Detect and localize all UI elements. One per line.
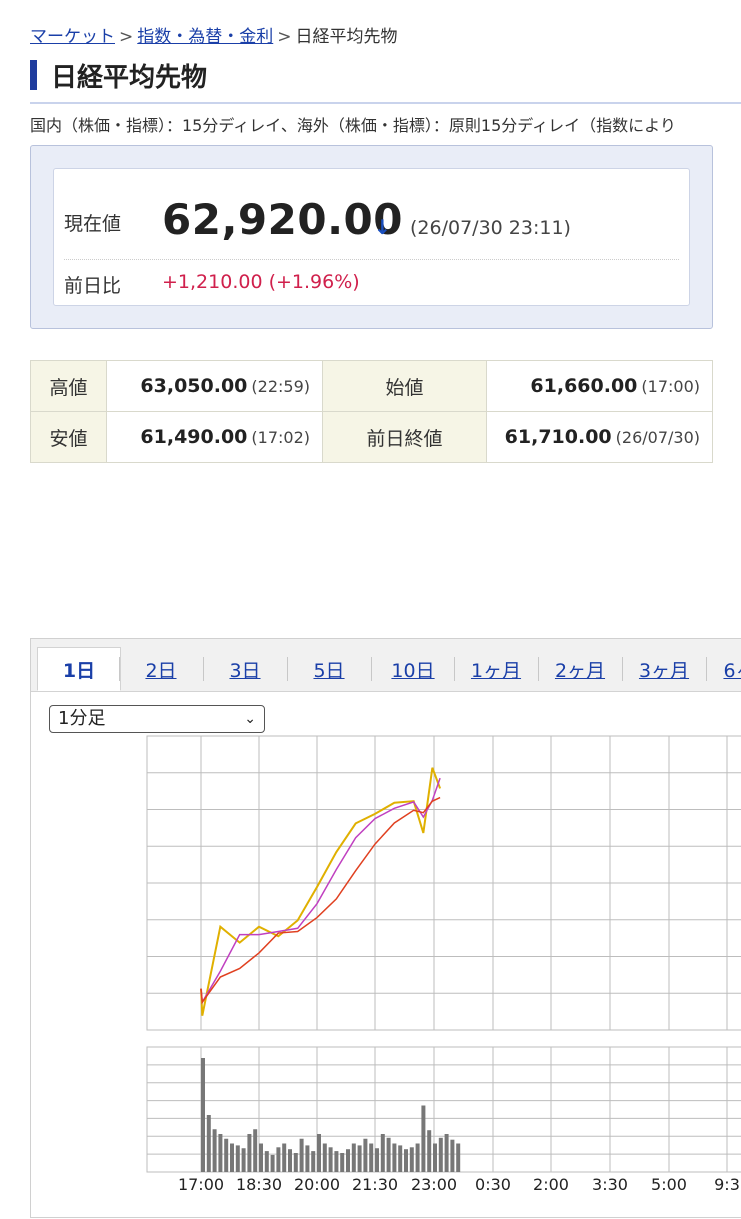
volume-bar xyxy=(392,1143,397,1172)
open-time: (17:00) xyxy=(641,377,700,396)
prev-close-value: 61,710.00 xyxy=(504,426,612,448)
open-cell: 61,660.00 (17:00) xyxy=(486,360,713,412)
volume-bar xyxy=(305,1145,310,1172)
high-label: 高値 xyxy=(30,360,107,412)
price-chart: 17:00 18:30 20:00 21:30 23:00 0:30 2:00 3:30 5:0… xyxy=(146,735,741,1194)
volume-bar xyxy=(375,1148,379,1172)
volume-bar xyxy=(311,1151,316,1172)
x-tick-label: 2:00 xyxy=(533,1175,569,1194)
volume-bar xyxy=(270,1154,275,1172)
volume-bar xyxy=(351,1143,356,1172)
breadcrumb-current: 日経平均先物 xyxy=(295,27,398,47)
high-time: (22:59) xyxy=(251,377,310,396)
volume-bar xyxy=(404,1149,408,1172)
x-tick-label: 20:00 xyxy=(294,1175,340,1194)
volume-bar xyxy=(299,1138,304,1172)
low-cell: 61,490.00 (17:02) xyxy=(106,411,323,463)
prev-close-label: 前日終値 xyxy=(322,411,487,463)
volume-bar xyxy=(230,1143,234,1172)
breadcrumb: マーケット > 指数・為替・金利 > 日経平均先物 xyxy=(30,22,398,47)
volume-bar xyxy=(346,1149,350,1172)
low-label: 安値 xyxy=(30,411,107,463)
delay-notice: 国内（株価・指標）：15分ディレイ、海外（株価・指標）：原則15分ディレイ（指数… xyxy=(30,116,676,135)
current-price-value: 62,920.00 xyxy=(162,195,403,244)
volume-bar xyxy=(288,1149,292,1172)
volume-bar xyxy=(322,1143,327,1172)
volume-bar xyxy=(380,1134,385,1172)
high-value: 63,050.00 xyxy=(140,375,248,397)
volume-bar xyxy=(369,1143,374,1172)
title-divider xyxy=(30,102,741,104)
title-accent-bar xyxy=(30,60,37,90)
volume-bar xyxy=(438,1137,443,1172)
divider xyxy=(64,259,679,260)
x-tick-label: 9:3 xyxy=(714,1175,740,1194)
current-price-label: 現在値 xyxy=(64,213,122,235)
x-tick-label: 5:00 xyxy=(651,1175,687,1194)
x-tick-label: 18:30 xyxy=(236,1175,282,1194)
volume-bar xyxy=(241,1148,246,1172)
volume-bar xyxy=(357,1145,362,1172)
volume-bar xyxy=(218,1134,223,1172)
x-tick-label: 17:00 xyxy=(178,1175,224,1194)
volume-bar xyxy=(293,1153,298,1172)
table-row: 高値 63,050.00 (22:59) 始値 61,660.00 (17:00) xyxy=(30,360,713,412)
low-time: (17:02) xyxy=(251,428,310,447)
down-arrow-icon: ↓ xyxy=(374,215,391,239)
breadcrumb-separator: > xyxy=(277,27,292,47)
stats-table: 高値 63,050.00 (22:59) 始値 61,660.00 (17:00) … xyxy=(30,360,713,463)
volume-bar xyxy=(450,1139,455,1172)
volume-bar xyxy=(253,1129,258,1172)
change-label: 前日比 xyxy=(64,275,122,297)
page-title: 日経平均先物 xyxy=(51,62,208,93)
x-tick-label: 3:30 xyxy=(592,1175,628,1194)
volume-bar xyxy=(427,1130,432,1172)
volume-bar xyxy=(433,1143,437,1172)
table-row: 安値 61,490.00 (17:02) 前日終値 61,710.00 (26/07… xyxy=(30,411,713,463)
volume-bar xyxy=(259,1143,263,1172)
price-card: 現在値 62,920.00 ↓ (26/07/30 23:11) 前日比 +1,… xyxy=(53,168,690,306)
volume-bar xyxy=(264,1151,269,1172)
breadcrumb-link-market[interactable]: マーケット xyxy=(30,27,115,47)
volume-bar xyxy=(212,1129,217,1172)
prev-close-date: (26/07/30) xyxy=(615,428,700,447)
volume-bar xyxy=(276,1147,281,1172)
open-value: 61,660.00 xyxy=(530,375,638,397)
volume-bar xyxy=(456,1143,461,1172)
volume-bar xyxy=(224,1138,229,1172)
x-tick-label: 0:30 xyxy=(475,1175,511,1194)
breadcrumb-link-indices[interactable]: 指数・為替・金利 xyxy=(137,27,273,47)
price-panel: 現在値 62,920.00 ↓ (26/07/30 23:11) 前日比 +1,… xyxy=(30,145,713,329)
change-value: +1,210.00 (+1.96%) xyxy=(162,271,360,293)
x-tick-label: 21:30 xyxy=(352,1175,398,1194)
volume-bar xyxy=(398,1145,403,1172)
volume-bar xyxy=(409,1147,414,1172)
volume-bar xyxy=(340,1153,345,1172)
volume-bar xyxy=(386,1137,391,1172)
low-value: 61,490.00 xyxy=(140,426,248,448)
breadcrumb-separator: > xyxy=(119,27,134,47)
volume-bar xyxy=(334,1151,339,1172)
prev-close-cell: 61,710.00 (26/07/30) xyxy=(486,411,713,463)
volume-bar xyxy=(206,1115,211,1172)
volume-bar xyxy=(201,1058,205,1172)
x-tick-label: 23:00 xyxy=(411,1175,457,1194)
volume-bar xyxy=(247,1134,252,1172)
volume-bar xyxy=(363,1138,368,1172)
volume-bar xyxy=(415,1143,420,1172)
chart-panel: 1日2日3日5日10日1ヶ月2ヶ月3ヶ月6ヶ 1分足 ⌄ 17:0018:302… xyxy=(30,638,741,1218)
price-timestamp: (26/07/30 23:11) xyxy=(410,217,571,239)
volume-bar xyxy=(235,1145,240,1172)
open-label: 始値 xyxy=(322,360,487,412)
high-cell: 63,050.00 (22:59) xyxy=(106,360,323,412)
volume-bar xyxy=(444,1134,449,1172)
page-title-block: 日経平均先物 xyxy=(30,58,208,93)
volume-bar xyxy=(421,1105,426,1172)
volume-bar xyxy=(317,1134,321,1172)
volume-bar xyxy=(328,1147,333,1172)
volume-bar xyxy=(282,1143,287,1172)
